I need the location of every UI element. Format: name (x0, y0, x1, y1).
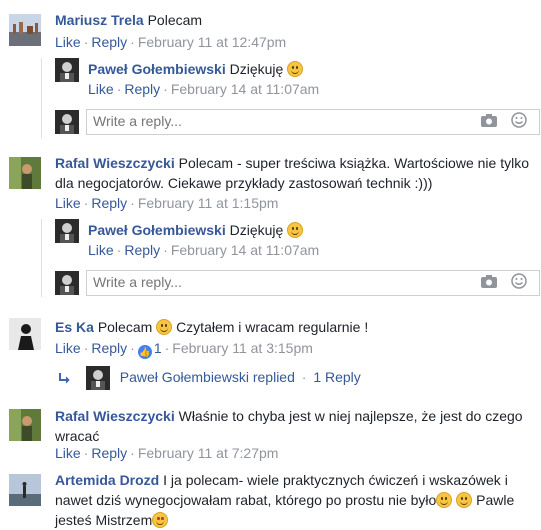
like-reaction-icon: 👍 (137, 345, 152, 359)
reply-timestamp[interactable]: February 14 at 11:07am (171, 242, 319, 258)
heart-eyes-emoji-icon (152, 512, 169, 528)
smile-emoji-icon (156, 319, 173, 335)
like-link[interactable]: Like (55, 195, 81, 211)
reply-actions: Like · Reply · February 14 at 11:07am (88, 242, 320, 258)
camera-icon[interactable] (481, 113, 497, 131)
comment-timestamp[interactable]: February 11 at 1:15pm (138, 195, 279, 211)
avatar-rafal-wieszczycki[interactable] (9, 409, 41, 441)
like-link[interactable]: Like (55, 34, 81, 50)
comment-text: wracać (55, 428, 100, 444)
comment-text: Polecam (97, 319, 153, 335)
avatar-es-ka[interactable] (9, 318, 41, 350)
reply-body: Paweł Gołembiewski Dziękuję (88, 220, 304, 240)
comment-text: nawet dziś wynegocjowałam rabat, którego… (55, 492, 437, 508)
replies-count: 1 Reply (313, 369, 361, 385)
comment-body: Es Ka Polecam Czytałem i wracam regularn… (55, 317, 368, 337)
comment-body: Rafal Wieszczycki Właśnie to chyba jest … (55, 406, 535, 446)
comment-text: Polecam - super treściwa książka. Wartoś… (178, 155, 529, 171)
reply-text: Dziękuję (229, 61, 284, 77)
reply-input-box (86, 270, 540, 296)
comment-actions: Like · Reply · February 11 at 7:27pm (55, 445, 279, 461)
avatar-pawel-golembiewski (85, 366, 110, 390)
comment-author[interactable]: Es Ka (55, 319, 94, 335)
reply-body: Paweł Gołembiewski Dziękuję (88, 59, 304, 79)
comment-timestamp[interactable]: February 11 at 12:47pm (138, 34, 286, 50)
comment-actions: Like · Reply · February 11 at 1:15pm (55, 195, 279, 211)
smile-emoji-icon (287, 222, 304, 238)
reply-link[interactable]: Reply (124, 81, 160, 97)
thread-line (41, 58, 42, 138)
comment-timestamp[interactable]: February 11 at 3:15pm (172, 340, 313, 356)
comment-body: Artemida Drozd I ja polecam- wiele prakt… (55, 470, 535, 530)
comment-author[interactable]: Mariusz Trela (55, 12, 144, 28)
reply-input[interactable] (87, 110, 459, 132)
reply-link[interactable]: Reply (91, 340, 127, 356)
comment-text: Właśnie to chyba jest w niej najlepsze, … (178, 408, 523, 424)
like-reaction-count[interactable]: 👍 1 (137, 340, 162, 359)
avatar-current-user (55, 271, 79, 295)
avatar-pawel-golembiewski[interactable] (55, 219, 79, 243)
reply-link[interactable]: Reply (91, 445, 127, 461)
reply-actions: Like · Reply · February 14 at 11:07am (88, 81, 320, 97)
like-link[interactable]: Like (55, 445, 81, 461)
replied-author: Paweł Gołembiewski (119, 369, 249, 385)
reply-link[interactable]: Reply (91, 34, 127, 50)
like-link[interactable]: Like (55, 340, 81, 356)
comment-text: Pawle (476, 492, 515, 508)
comment-text: Czytałem i wracam regularnie ! (176, 319, 369, 335)
camera-icon[interactable] (481, 274, 497, 292)
reply-input[interactable] (87, 271, 459, 293)
smile-emoji-icon (456, 492, 473, 508)
comment-author[interactable]: Rafal Wieszczycki (55, 408, 175, 424)
smile-emoji-icon (287, 61, 304, 77)
comment-body: Rafal Wieszczycki Polecam - super treści… (55, 153, 535, 193)
like-link[interactable]: Like (88, 81, 114, 97)
emoji-picker-icon[interactable] (511, 273, 527, 293)
emoji-picker-icon[interactable] (511, 112, 527, 132)
comment-actions: Like · Reply · 👍 1 · February 11 at 3:15pm (55, 340, 313, 359)
reply-input-box (86, 109, 540, 135)
comment-text: dla negocjatorów. Ciekawe przykłady zast… (55, 175, 433, 191)
replied-label: replied (252, 369, 295, 385)
avatar-artemida-drozd[interactable] (9, 474, 41, 506)
like-link[interactable]: Like (88, 242, 114, 258)
avatar-mariusz-trela[interactable] (9, 14, 41, 46)
reply-text: Dziękuję (229, 222, 284, 238)
comment-author[interactable]: Artemida Drozd (55, 472, 159, 488)
comment-body: Mariusz Trela Polecam (55, 10, 202, 30)
replies-summary[interactable]: Paweł Gołembiewski replied · 1 Reply (58, 366, 361, 390)
avatar-pawel-golembiewski[interactable] (55, 58, 79, 82)
laughing-emoji-icon (436, 492, 453, 508)
reply-author[interactable]: Paweł Gołembiewski (88, 222, 226, 238)
reply-arrow-icon (58, 370, 72, 390)
reply-author[interactable]: Paweł Gołembiewski (88, 61, 226, 77)
comment-timestamp[interactable]: February 11 at 7:27pm (138, 445, 279, 461)
avatar-current-user (55, 110, 79, 134)
comment-text: I ja polecam- wiele praktycznych ćwiczeń… (163, 472, 508, 488)
comment-text: Polecam (147, 12, 203, 28)
thread-line (41, 219, 42, 297)
comment-author[interactable]: Rafal Wieszczycki (55, 155, 175, 171)
reply-link[interactable]: Reply (91, 195, 127, 211)
reply-link[interactable]: Reply (124, 242, 160, 258)
comment-text: jesteś Mistrzem (55, 512, 153, 528)
reply-timestamp[interactable]: February 14 at 11:07am (171, 81, 319, 97)
avatar-rafal-wieszczycki[interactable] (9, 157, 41, 189)
comment-actions: Like · Reply · February 11 at 12:47pm (55, 34, 287, 50)
